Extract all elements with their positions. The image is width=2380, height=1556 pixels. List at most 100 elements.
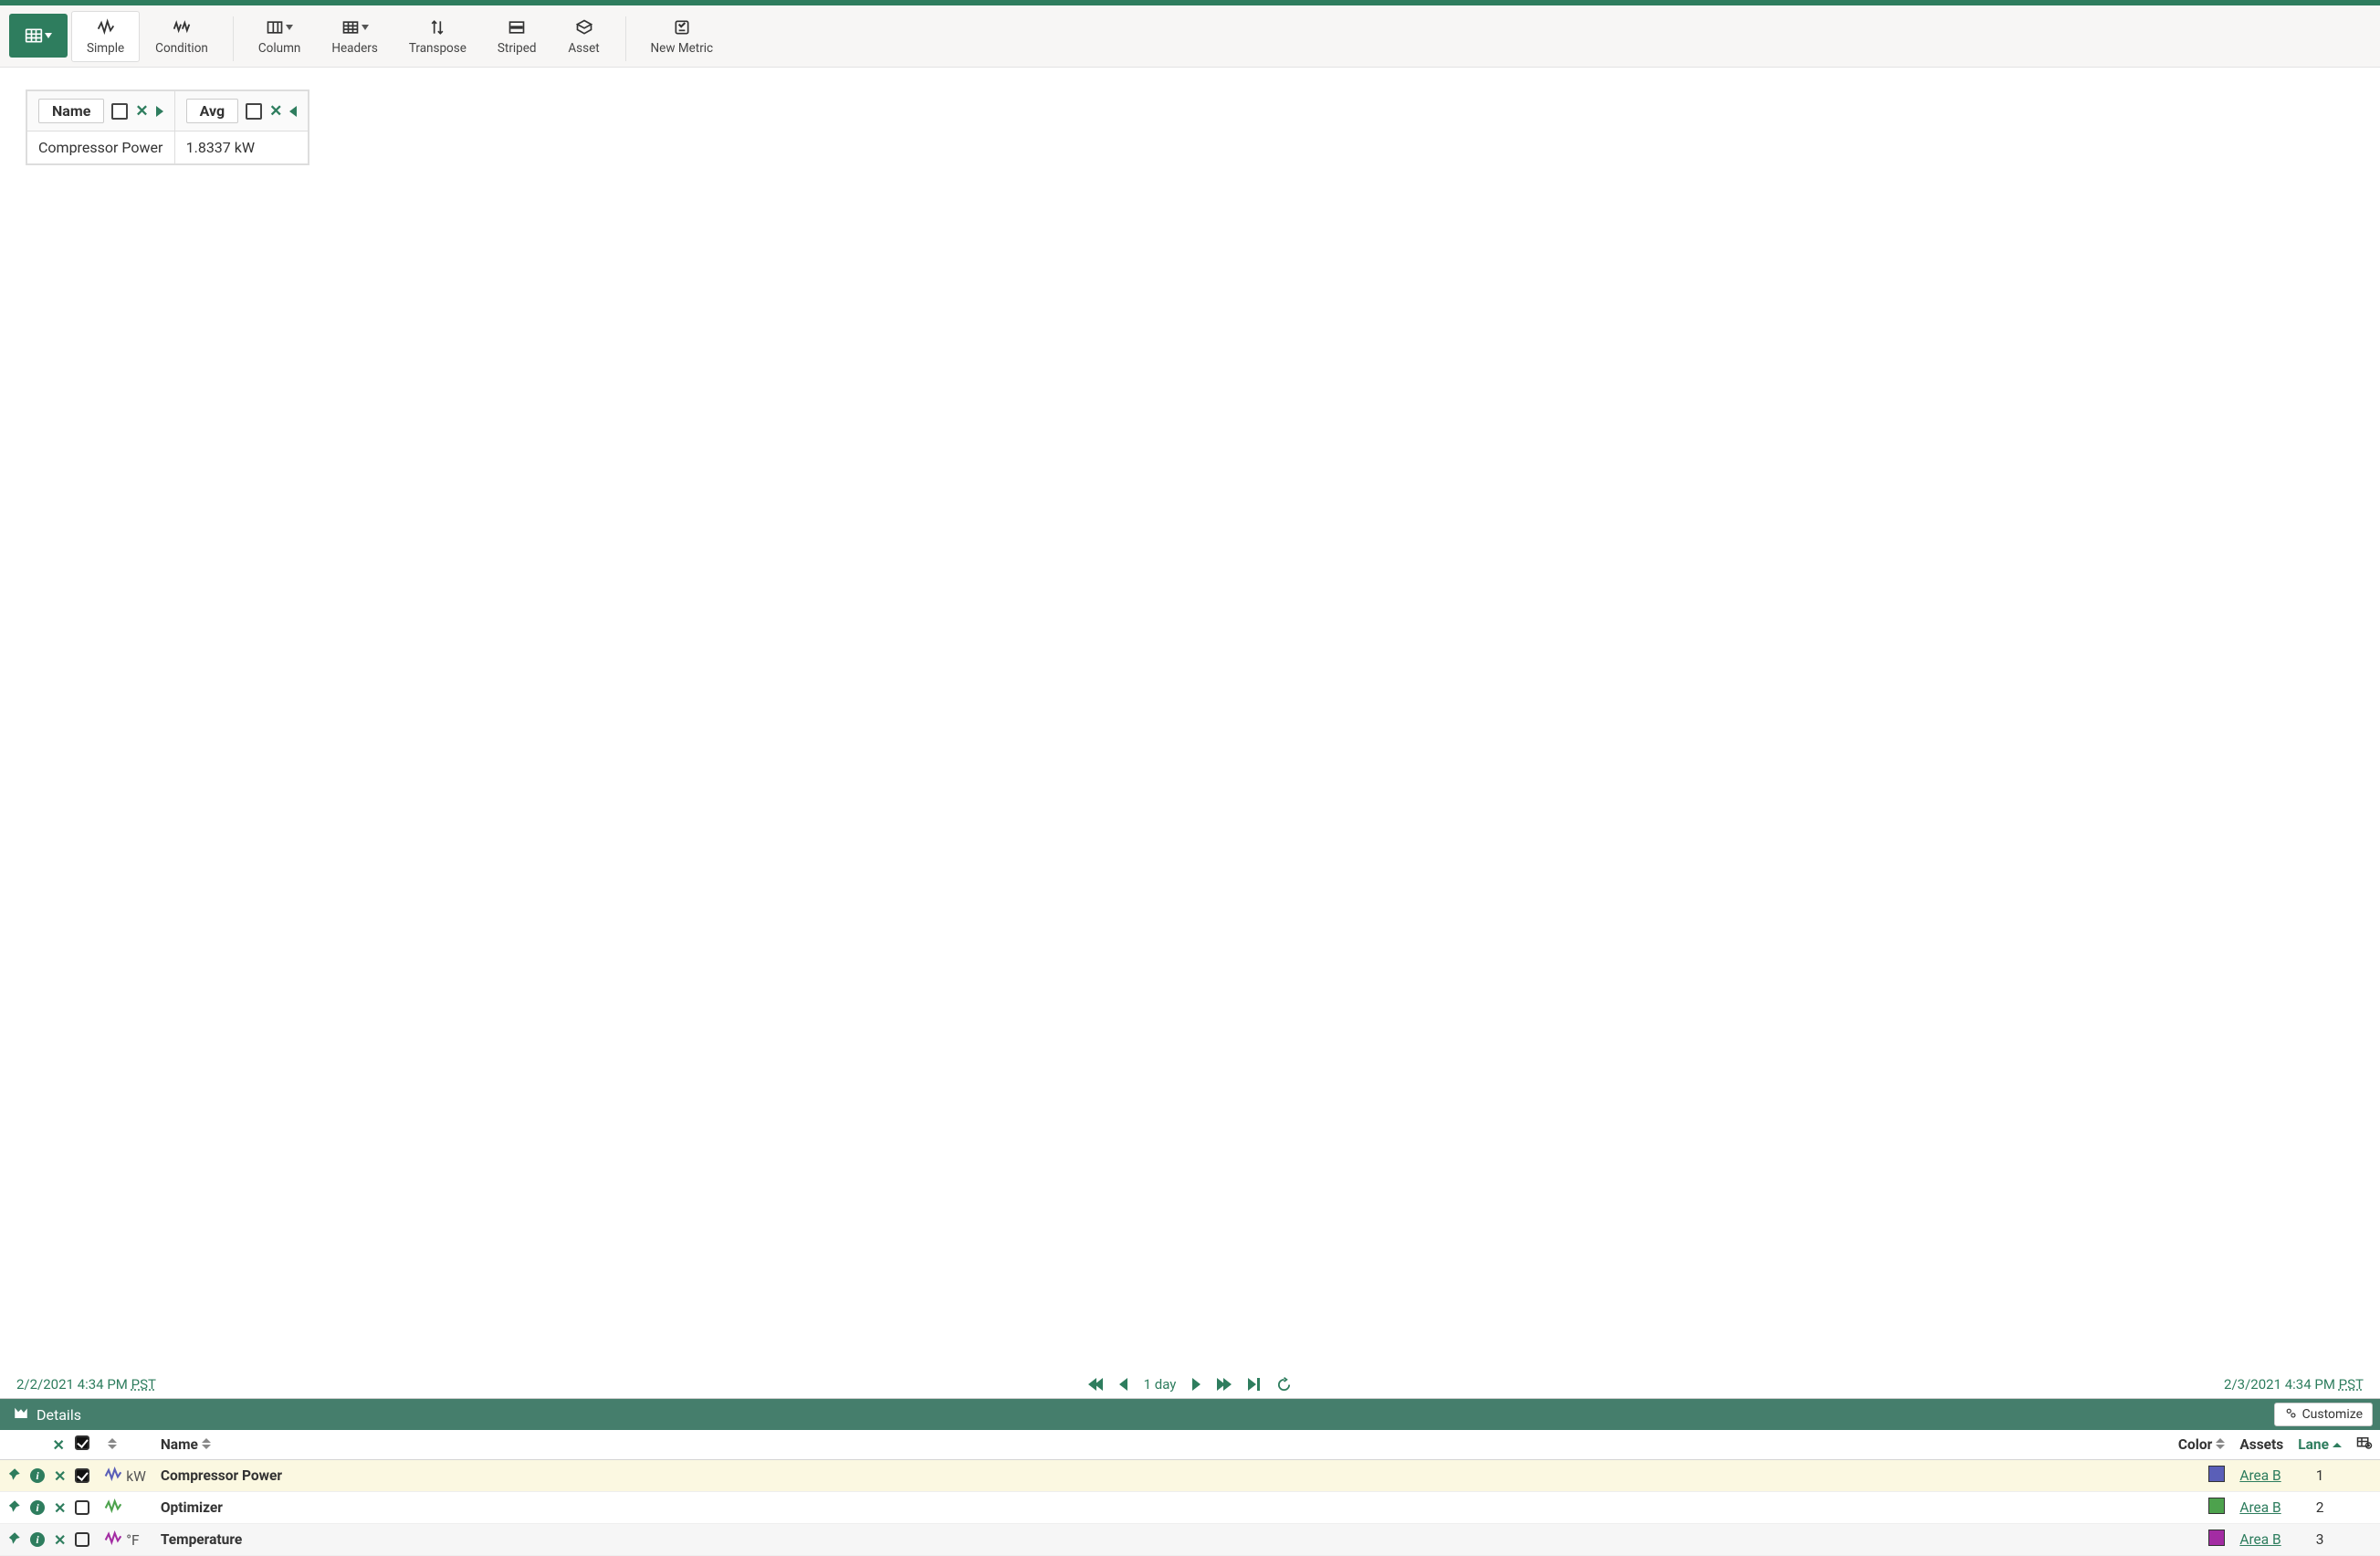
col-header-avg-checkbox[interactable]	[246, 103, 262, 120]
toolbar: Simple Condition Column Headers Transpos…	[0, 5, 2380, 68]
customize-button[interactable]: Customize	[2274, 1403, 2373, 1426]
time-start[interactable]: 2/2/2021 4:34 PM PST	[16, 1376, 156, 1393]
headers-button[interactable]: Headers	[316, 11, 393, 62]
hdr-assets[interactable]: Assets	[2232, 1430, 2291, 1460]
hdr-columns[interactable]	[2349, 1430, 2380, 1460]
remove-icon[interactable]: ✕	[54, 1531, 66, 1549]
nav-back[interactable]	[1119, 1378, 1127, 1391]
info-icon[interactable]: i	[30, 1500, 45, 1515]
refresh-button[interactable]	[1276, 1377, 1292, 1393]
headers-icon	[341, 17, 369, 37]
col-header-avg: Avg ✕	[174, 91, 309, 131]
pin-icon[interactable]	[7, 1499, 21, 1517]
details-header: Details Customize	[0, 1399, 2380, 1430]
asset-link[interactable]: Area B	[2239, 1531, 2280, 1548]
color-swatch[interactable]	[2208, 1466, 2225, 1482]
transpose-button[interactable]: Transpose	[393, 11, 482, 62]
asset-button[interactable]: Asset	[552, 11, 616, 62]
new-metric-button[interactable]: New Metric	[635, 11, 729, 62]
table-row[interactable]: i✕ OptimizerArea B2	[0, 1492, 2380, 1524]
row-name: Optimizer	[161, 1499, 223, 1516]
columns-icon	[2356, 1437, 2373, 1454]
details-title: Details	[37, 1406, 81, 1424]
striped-icon	[508, 17, 526, 37]
col-header-name-remove[interactable]: ✕	[135, 102, 148, 121]
nav-to-end[interactable]	[1248, 1378, 1260, 1391]
remove-icon[interactable]: ✕	[54, 1499, 66, 1517]
cell-name: Compressor Power	[27, 131, 175, 164]
row-checkbox[interactable]	[75, 1468, 89, 1483]
select-all-checkbox[interactable]	[75, 1435, 89, 1450]
gear-icon	[2284, 1406, 2297, 1423]
lane-value: 1	[2316, 1467, 2324, 1484]
time-start-text: 2/2/2021 4:34 PM	[16, 1376, 131, 1393]
hdr-color[interactable]: Color	[2171, 1430, 2232, 1460]
col-header-avg-move-left[interactable]	[289, 106, 297, 117]
asset-link[interactable]: Area B	[2239, 1499, 2280, 1516]
chevron-down-icon	[45, 33, 52, 38]
nav-fast-back[interactable]	[1088, 1378, 1103, 1391]
unit-label: °F	[126, 1532, 139, 1549]
simple-label: Simple	[87, 41, 124, 56]
pin-icon[interactable]	[7, 1531, 21, 1549]
nav-forward[interactable]	[1192, 1378, 1200, 1391]
asset-label: Asset	[568, 41, 599, 56]
hdr-name[interactable]: Name	[153, 1430, 2171, 1460]
new-metric-label: New Metric	[651, 41, 714, 56]
col-header-name-label[interactable]: Name	[38, 99, 104, 123]
remove-icon[interactable]: ✕	[54, 1467, 66, 1485]
time-range-label[interactable]: 1 day	[1144, 1376, 1177, 1393]
chevron-down-icon	[362, 25, 369, 30]
time-end-tz: PST	[2339, 1376, 2364, 1393]
chevron-down-icon	[286, 25, 293, 30]
column-button[interactable]: Column	[243, 11, 317, 62]
color-swatch[interactable]	[2208, 1498, 2225, 1514]
table-row[interactable]: i✕ kWCompressor PowerArea B1	[0, 1460, 2380, 1492]
asset-icon	[575, 17, 593, 37]
col-header-avg-remove[interactable]: ✕	[269, 102, 282, 121]
toolbar-separator	[625, 16, 626, 61]
row-checkbox[interactable]	[75, 1500, 89, 1515]
signal-icon	[104, 1532, 122, 1549]
transpose-icon	[428, 17, 446, 37]
unit-label: kW	[126, 1468, 146, 1485]
col-header-name-checkbox[interactable]	[111, 103, 128, 120]
info-icon[interactable]: i	[30, 1532, 45, 1547]
condition-button[interactable]: Condition	[140, 11, 224, 62]
time-start-tz: PST	[131, 1376, 156, 1393]
simple-button[interactable]: Simple	[71, 11, 140, 62]
asset-link[interactable]: Area B	[2239, 1467, 2280, 1484]
color-swatch[interactable]	[2208, 1530, 2225, 1546]
view-table-dropdown[interactable]	[9, 14, 68, 58]
lane-value: 3	[2316, 1531, 2324, 1548]
info-icon[interactable]: i	[30, 1468, 45, 1483]
col-header-name-move-right[interactable]	[156, 106, 163, 117]
details-panel: Details Customize ✕ Name Color Assets La…	[0, 1398, 2380, 1556]
content-area: Name ✕ Avg ✕	[0, 68, 2380, 1374]
details-table: ✕ Name Color Assets Lane i✕ kWCompressor…	[0, 1430, 2380, 1556]
signal-icon	[104, 1468, 122, 1485]
row-checkbox[interactable]	[75, 1532, 89, 1547]
condition-icon	[173, 17, 191, 37]
striped-label: Striped	[498, 41, 537, 56]
new-metric-icon	[673, 17, 691, 37]
hdr-lane[interactable]: Lane	[2291, 1430, 2349, 1460]
chart-area-icon	[13, 1404, 29, 1425]
striped-button[interactable]: Striped	[482, 11, 552, 62]
table-row: Compressor Power 1.8337 kW	[27, 131, 309, 164]
hdr-sort1[interactable]	[97, 1430, 152, 1460]
table-icon	[25, 26, 43, 46]
remove-all-button[interactable]: ✕	[52, 1436, 64, 1454]
table-row[interactable]: i✕ °FTemperatureArea B3	[0, 1524, 2380, 1556]
signal-icon	[104, 1500, 122, 1517]
pin-icon[interactable]	[7, 1467, 21, 1485]
transpose-label: Transpose	[409, 41, 467, 56]
nav-fast-forward[interactable]	[1217, 1378, 1232, 1391]
signal-icon	[97, 17, 115, 37]
customize-label: Customize	[2302, 1407, 2363, 1422]
time-end[interactable]: 2/3/2021 4:34 PM PST	[2224, 1376, 2364, 1393]
cell-value: 1.8337 kW	[174, 131, 309, 164]
toolbar-separator	[233, 16, 234, 61]
headers-label: Headers	[331, 41, 377, 56]
col-header-avg-label[interactable]: Avg	[186, 99, 239, 123]
